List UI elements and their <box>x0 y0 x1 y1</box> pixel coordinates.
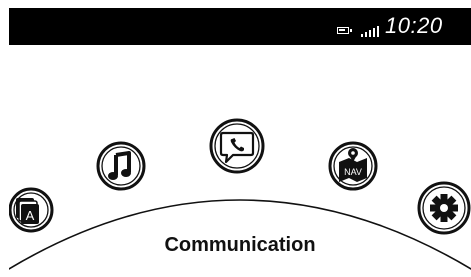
carousel-item-entertainment[interactable]: A <box>9 186 55 234</box>
carousel-item-music[interactable] <box>95 140 147 192</box>
nav-glyph: NAV <box>344 167 362 177</box>
clock: 10:20 <box>385 13 443 38</box>
status-bar: 10:20 <box>9 8 471 45</box>
battery-icon <box>337 27 352 34</box>
music-note-icon <box>96 141 146 191</box>
entertainment-cards-icon: A <box>9 187 54 233</box>
selected-app-label: Communication <box>164 234 316 256</box>
signal-strength-icon <box>361 25 381 37</box>
entertainment-glyph: A <box>26 208 35 223</box>
gear-icon <box>417 181 471 235</box>
carousel-item-communication[interactable] <box>208 117 266 175</box>
phone-message-icon <box>209 118 265 174</box>
screen: 10:20 A NAV Communication <box>9 8 471 277</box>
carousel-item-settings[interactable] <box>416 180 471 236</box>
carousel-item-navigation[interactable]: NAV <box>327 140 379 192</box>
nav-map-pin-icon: NAV <box>328 141 378 191</box>
